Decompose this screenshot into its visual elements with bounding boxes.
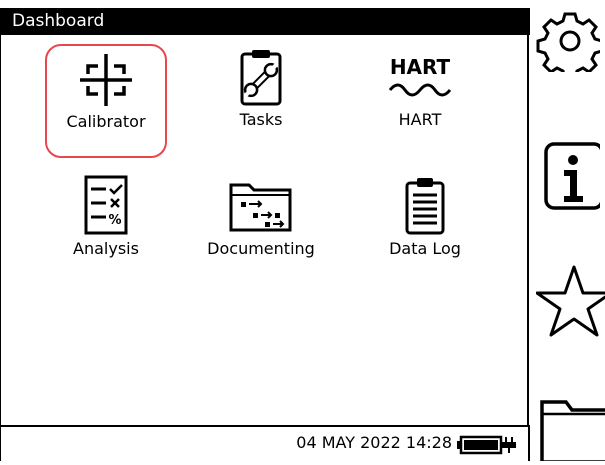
- tile-label: Analysis: [73, 239, 139, 258]
- hart-wave-icon: HART: [388, 55, 452, 97]
- device-screen: Dashboard Calibrator Tasks HART HART % A…: [0, 0, 530, 461]
- title-bar: Dashboard: [0, 8, 530, 35]
- tile-label: Calibrator: [66, 112, 146, 131]
- files-button[interactable]: [536, 392, 605, 464]
- tile-tasks[interactable]: Tasks: [200, 44, 322, 158]
- tile-hart[interactable]: HART HART: [359, 44, 481, 158]
- page-title: Dashboard: [12, 11, 105, 31]
- info-icon: [544, 142, 604, 210]
- folder-icon: [540, 400, 605, 464]
- tile-documenting[interactable]: Documenting: [200, 173, 322, 287]
- info-button[interactable]: [536, 140, 605, 215]
- documenting-folder-icon: [229, 183, 292, 232]
- tasks-clipboard-wrench-icon: [240, 50, 282, 106]
- tile-calibrator[interactable]: Calibrator: [45, 44, 167, 158]
- favorites-button[interactable]: [535, 263, 605, 343]
- settings-gear-icon: [536, 12, 604, 80]
- tile-label: Documenting: [207, 239, 315, 258]
- analysis-checklist-icon: %: [84, 175, 128, 235]
- tile-data-log[interactable]: Data Log: [364, 173, 486, 287]
- tile-analysis[interactable]: % Analysis: [45, 173, 167, 287]
- dashboard-grid: Calibrator Tasks HART HART % Analysis Do…: [0, 35, 529, 425]
- status-bar: 04 MAY 2022 14:28: [0, 425, 530, 461]
- settings-button[interactable]: [536, 10, 605, 80]
- svg-text:%: %: [108, 213, 121, 228]
- tile-label: Data Log: [389, 239, 461, 258]
- battery-icon: [457, 435, 516, 455]
- tile-label: Tasks: [239, 110, 283, 129]
- data-log-clipboard-icon: [405, 178, 445, 235]
- date-time: 04 MAY 2022 14:28: [296, 433, 452, 452]
- calibrator-crosshair-icon: [80, 54, 132, 106]
- tile-label: HART: [398, 110, 442, 129]
- favorites-star-icon: [535, 265, 605, 337]
- hart-logo-text: HART: [390, 55, 451, 79]
